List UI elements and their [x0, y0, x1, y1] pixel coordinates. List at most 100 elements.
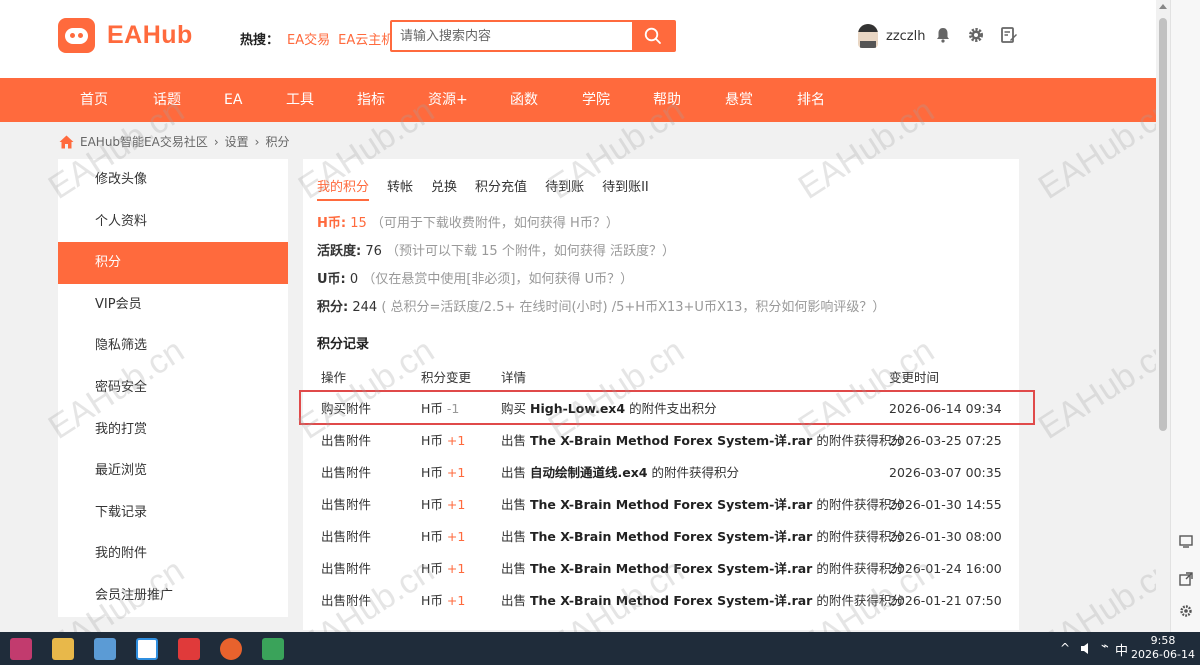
- row-detail: 出售 The X-Brain Method Forex System-详.rar…: [501, 529, 904, 544]
- row-file-link[interactable]: The X-Brain Method Forex System-详.rar: [530, 529, 812, 544]
- hot-link-ea-trading[interactable]: EA交易: [287, 29, 330, 48]
- sidebar-item-referral[interactable]: 会员注册推广: [58, 575, 288, 617]
- ime-indicator[interactable]: 中: [1115, 640, 1128, 659]
- row-change: H币 +1: [421, 497, 466, 512]
- system-clock[interactable]: 9:58 2026-06-14: [1130, 634, 1196, 662]
- row-operation: 出售附件: [321, 465, 372, 480]
- user-menu[interactable]: zzczlh: [858, 24, 925, 48]
- bell-icon[interactable]: [934, 26, 952, 44]
- sidebar-item-recent[interactable]: 最近浏览: [58, 450, 288, 492]
- clock-time: 9:58: [1150, 634, 1176, 647]
- total-credits-note[interactable]: ( 总积分=活跃度/2.5+ 在线时间(小时) /5+H币X13+U币X13，积…: [381, 300, 885, 315]
- scrollbar-thumb[interactable]: [1159, 18, 1167, 431]
- row-file-link[interactable]: The X-Brain Method Forex System-详.rar: [530, 433, 812, 448]
- h-coin-value: 15: [350, 216, 367, 231]
- screenshot-icon[interactable]: [1179, 534, 1193, 548]
- row-file-link[interactable]: The X-Brain Method Forex System-详.rar: [530, 593, 812, 608]
- table-row: 出售附件 H币 +1 出售 The X-Brain Method Forex S…: [303, 553, 1019, 585]
- home-icon[interactable]: [59, 135, 74, 149]
- edit-icon[interactable]: [1000, 26, 1018, 44]
- nav-topics[interactable]: 话题: [153, 78, 181, 122]
- sidebar-item-profile[interactable]: 个人资料: [58, 201, 288, 243]
- avatar[interactable]: [858, 24, 878, 48]
- hot-link-ea-cloud[interactable]: EA云主机: [338, 29, 394, 48]
- table-row: 出售附件 H币 +1 出售 自动绘制通道线.ex4 的附件获得积分 2026-0…: [303, 457, 1019, 489]
- row-detail: 出售 The X-Brain Method Forex System-详.rar…: [501, 561, 904, 576]
- username[interactable]: zzczlh: [886, 29, 925, 44]
- row-file-link[interactable]: 自动绘制通道线.ex4: [530, 465, 648, 480]
- tab-recharge[interactable]: 积分充值: [475, 176, 527, 201]
- metatrader-icon[interactable]: [262, 638, 284, 660]
- header-time: 变更时间: [889, 370, 940, 385]
- u-coin-label: U币:: [317, 272, 346, 287]
- nav-tools[interactable]: 工具: [286, 78, 314, 122]
- network-icon[interactable]: ⌁: [1101, 639, 1109, 654]
- site-logo[interactable]: EAHub: [58, 18, 193, 53]
- tab-pending[interactable]: 待到账: [545, 176, 584, 201]
- file-explorer-icon[interactable]: [52, 638, 74, 660]
- scroll-up-arrow[interactable]: [1159, 4, 1167, 9]
- sidebar-item-privacy[interactable]: 隐私筛选: [58, 325, 288, 367]
- row-time: 2026-01-24 16:00: [889, 561, 1002, 576]
- tab-my-credits[interactable]: 我的积分: [317, 176, 370, 201]
- settings-gear-icon[interactable]: [1179, 604, 1193, 618]
- mt-app-icon[interactable]: [136, 638, 158, 660]
- row-detail: 出售 The X-Brain Method Forex System-详.rar…: [501, 433, 904, 448]
- sidebar-item-password[interactable]: 密码安全: [58, 367, 288, 409]
- table-row: 出售附件 H币 +1 出售 The X-Brain Method Forex S…: [303, 585, 1019, 617]
- open-external-icon[interactable]: [1179, 572, 1193, 586]
- u-coin-note[interactable]: （仅在悬赏中使用[非必须]，如何获得 U币？）: [362, 272, 633, 287]
- nav-resources[interactable]: 资源+: [428, 78, 468, 122]
- nav-help[interactable]: 帮助: [653, 78, 681, 122]
- wps-office-icon[interactable]: [178, 638, 200, 660]
- tab-exchange[interactable]: 兑换: [431, 176, 457, 201]
- search-input[interactable]: [392, 22, 632, 50]
- sidebar-item-downloads[interactable]: 下载记录: [58, 492, 288, 534]
- side-toolbar: [1170, 0, 1200, 632]
- table-row: 出售附件 H币 +1 出售 The X-Brain Method Forex S…: [303, 489, 1019, 521]
- sidebar-item-attachments[interactable]: 我的附件: [58, 533, 288, 575]
- breadcrumb-settings[interactable]: 设置: [225, 133, 249, 150]
- clock-date: 2026-06-14: [1131, 648, 1195, 661]
- tab-transfer[interactable]: 转帐: [387, 176, 413, 201]
- search-button[interactable]: [632, 22, 674, 50]
- browser-icon[interactable]: [220, 638, 242, 660]
- activity-note[interactable]: （预计可以下载 15 个附件，如何获得 活跃度？）: [386, 244, 675, 259]
- tab-pending-2[interactable]: 待到账II: [602, 176, 649, 201]
- sidebar-item-vip[interactable]: VIP会员: [58, 284, 288, 326]
- row-operation: 出售附件: [321, 497, 372, 512]
- breadcrumb-site[interactable]: EAHub智能EA交易社区: [80, 133, 208, 150]
- gear-icon[interactable]: [967, 26, 985, 44]
- h-coin-label: H币:: [317, 216, 347, 231]
- row-change: H币 +1: [421, 529, 466, 544]
- notepad-icon[interactable]: [94, 638, 116, 660]
- activity-line: 活跃度: 76 （预计可以下载 15 个附件，如何获得 活跃度？）: [317, 240, 675, 259]
- sidebar-item-credits[interactable]: 积分: [58, 242, 288, 284]
- u-coin-line: U币: 0 （仅在悬赏中使用[非必须]，如何获得 U币？）: [317, 268, 633, 287]
- nav-academy[interactable]: 学院: [582, 78, 610, 122]
- h-coin-note[interactable]: （可用于下载收费附件，如何获得 H币？）: [371, 216, 619, 231]
- row-file-link[interactable]: The X-Brain Method Forex System-详.rar: [530, 561, 812, 576]
- table-row: 出售附件 H币 +1 出售 The X-Brain Method Forex S…: [303, 521, 1019, 553]
- app-store-icon[interactable]: [10, 638, 32, 660]
- nav-indicators[interactable]: 指标: [357, 78, 385, 122]
- row-time: 2026-01-21 07:50: [889, 593, 1002, 608]
- row-change: H币 +1: [421, 433, 466, 448]
- u-coin-value: 0: [349, 272, 359, 287]
- settings-sidebar: 修改头像 个人资料 积分 VIP会员 隐私筛选 密码安全 我的打赏 最近浏览 下…: [58, 159, 288, 617]
- nav-ranking[interactable]: 排名: [797, 78, 825, 122]
- header-detail: 详情: [501, 370, 527, 385]
- row-time: 2026-03-25 07:25: [889, 433, 1002, 448]
- sidebar-item-avatar[interactable]: 修改头像: [58, 159, 288, 201]
- sidebar-item-tips[interactable]: 我的打赏: [58, 409, 288, 451]
- header-change: 积分变更: [421, 370, 472, 385]
- volume-icon[interactable]: [1080, 642, 1094, 655]
- nav-functions[interactable]: 函数: [510, 78, 538, 122]
- nav-ea[interactable]: EA: [224, 78, 242, 122]
- total-credits-line: 积分: 244 ( 总积分=活跃度/2.5+ 在线时间(小时) /5+H币X13…: [317, 296, 885, 315]
- site-header: EAHub 热搜： EA交易 EA云主机 zzczlh: [0, 0, 1156, 78]
- row-file-link[interactable]: The X-Brain Method Forex System-详.rar: [530, 497, 812, 512]
- nav-bounty[interactable]: 悬赏: [725, 78, 753, 122]
- nav-home[interactable]: 首页: [80, 78, 108, 122]
- tray-expand-icon[interactable]: ^: [1060, 641, 1070, 655]
